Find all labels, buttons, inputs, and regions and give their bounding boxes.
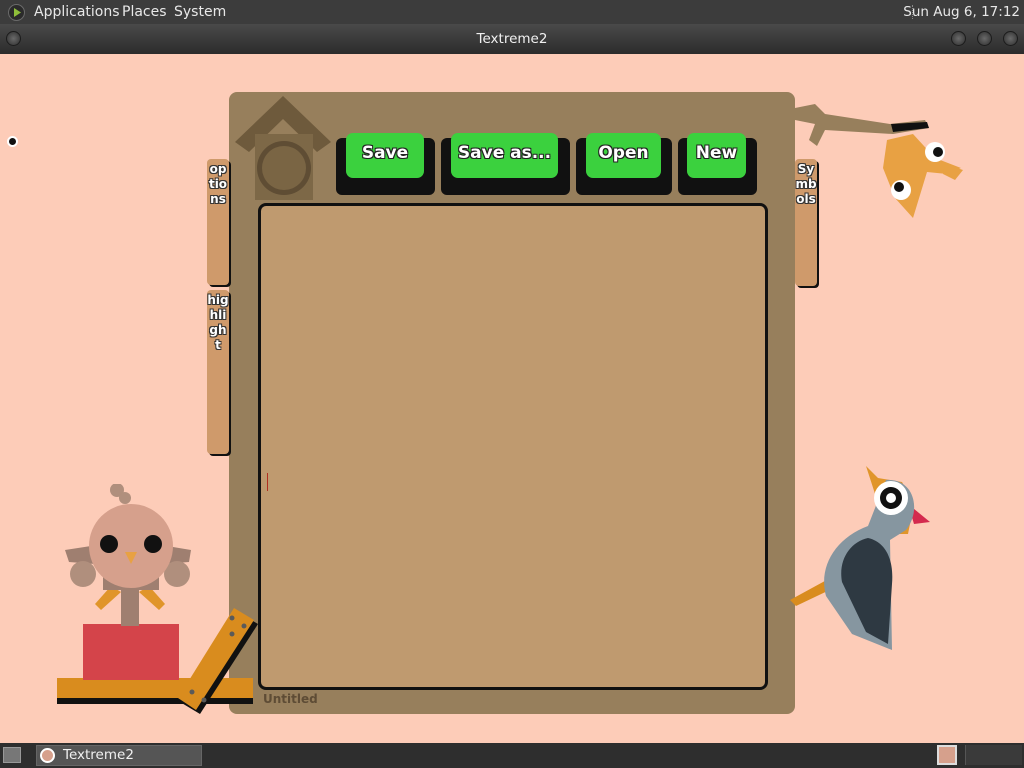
menu-system[interactable]: System (174, 0, 226, 24)
mouse-cursor-icon (7, 136, 18, 147)
window-titlebar[interactable]: Textreme2 (0, 24, 1024, 54)
app-icon (40, 748, 55, 763)
bottom-taskbar: Textreme2 (0, 743, 1024, 768)
window-title: Textreme2 (476, 31, 548, 47)
menu-places[interactable]: Places (122, 0, 167, 24)
top-panel: Applications Places System Sun Aug 6, 17… (0, 0, 1024, 24)
text-editor-area[interactable] (258, 203, 768, 690)
orange-bird-on-branch-icon (795, 104, 963, 218)
minimize-button[interactable] (951, 31, 966, 46)
text-caret (267, 473, 268, 491)
show-desktop-icon[interactable] (3, 747, 21, 763)
gnome-foot-icon[interactable] (8, 4, 25, 21)
app-canvas: Save Save as... Open New options highlig… (0, 54, 1024, 743)
birdhouse-icon (235, 96, 331, 200)
grey-woodpecker-icon (790, 466, 930, 650)
filename-label: Untitled (263, 692, 318, 706)
new-button[interactable]: New (687, 133, 746, 178)
save-as-button[interactable]: Save as... (451, 133, 558, 178)
workspace-switcher[interactable] (965, 745, 1022, 765)
open-button[interactable]: Open (586, 133, 661, 178)
menu-applications[interactable]: Applications (34, 0, 120, 24)
tab-highlight[interactable]: highlight (207, 290, 229, 454)
wooden-ramp-icon (178, 608, 258, 714)
tray-app-icon[interactable] (937, 745, 957, 765)
taskbar-item-label: Textreme2 (63, 747, 134, 763)
maximize-button[interactable] (977, 31, 992, 46)
close-button[interactable] (1003, 31, 1018, 46)
save-button[interactable]: Save (346, 133, 424, 178)
clock[interactable]: Sun Aug 6, 17:12 (903, 0, 1020, 24)
taskbar-item-textreme2[interactable]: Textreme2 (36, 745, 202, 766)
tab-options[interactable]: options (207, 159, 229, 285)
